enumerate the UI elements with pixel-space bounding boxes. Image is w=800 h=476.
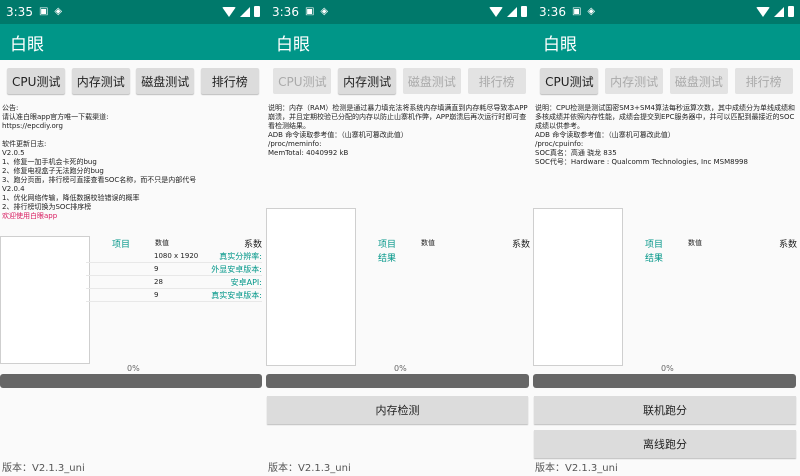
status-time: 3:36 xyxy=(272,5,299,19)
battery-icon xyxy=(254,6,260,17)
tab-row: CPU测试 内存测试 磁盘测试 排行榜 xyxy=(533,68,800,94)
column-score: 系数 xyxy=(779,240,798,250)
progress-percent: 0% xyxy=(127,364,140,373)
tab-disk-test[interactable]: 磁盘测试 xyxy=(669,68,728,94)
cpu-test-description: 说明：CPU检测是测试国密SM3+SM4算法每秒运算次数，其中成绩分为单线成绩和… xyxy=(535,104,795,166)
progress-bar xyxy=(0,374,262,388)
wifi-icon xyxy=(222,6,236,17)
status-bar: 3:36 ▣ ◈ xyxy=(533,0,800,24)
wifi-icon xyxy=(489,6,503,17)
tab-ranking[interactable]: 排行榜 xyxy=(467,68,526,94)
notification-icon: ◈ xyxy=(320,6,329,17)
tab-memory-test[interactable]: 内存测试 xyxy=(605,68,664,94)
status-bar: 3:35 ▣ ◈ xyxy=(0,0,266,24)
screen-cpu-test: 3:36 ▣ ◈ 白眼 CPU测试 内存测试 磁盘测试 排行榜 说明：CPU检测… xyxy=(533,0,800,476)
tab-ranking[interactable]: 排行榜 xyxy=(200,68,259,94)
notification-icon: ◈ xyxy=(54,6,63,17)
tab-disk-test[interactable]: 磁盘测试 xyxy=(402,68,461,94)
notification-icon: ▣ xyxy=(571,6,582,17)
version-label: 版本：V2.1.3_uni xyxy=(2,463,85,474)
version-label: 版本：V2.1.3_uni xyxy=(268,463,351,474)
signal-icon xyxy=(240,6,250,17)
progress-percent: 0% xyxy=(394,364,407,373)
screen-memory-test: 3:36 ▣ ◈ 白眼 CPU测试 内存测试 磁盘测试 排行榜 说明：内存（RA… xyxy=(266,0,533,476)
notification-icon: ◈ xyxy=(587,6,596,17)
tab-ranking[interactable]: 排行榜 xyxy=(734,68,793,94)
status-time: 3:36 xyxy=(539,5,566,19)
column-item: 项目 xyxy=(645,240,664,250)
tab-cpu-test[interactable]: CPU测试 xyxy=(7,68,66,94)
memory-test-description: 说明：内存（RAM）检测是通过暴力填充法将系统内存填满直到内存耗尽导致本APP崩… xyxy=(268,104,528,157)
screen-cpu-home: 3:35 ▣ ◈ 白眼 CPU测试 内存测试 磁盘测试 排行榜 公告: 请认准白… xyxy=(0,0,266,476)
table-row: 真实安卓版本: 9 xyxy=(86,289,262,302)
memory-test-button[interactable]: 内存检测 xyxy=(267,396,528,424)
column-item: 项目 xyxy=(112,240,131,250)
announcement-text: 公告: 请认准白眼app官方唯一下载渠道: https://epcdiy.org… xyxy=(2,104,197,220)
status-time: 3:35 xyxy=(6,5,33,19)
status-bar: 3:36 ▣ ◈ xyxy=(266,0,533,24)
offline-benchmark-button[interactable]: 离线跑分 xyxy=(534,430,796,458)
tab-memory-test[interactable]: 内存测试 xyxy=(71,68,130,94)
table-row: 安卓API: 28 xyxy=(86,276,262,289)
result-label: 结果 xyxy=(378,254,397,264)
battery-icon xyxy=(788,6,794,17)
table-row: 外显安卓版本: 9 xyxy=(86,263,262,276)
signal-icon xyxy=(774,6,784,17)
progress-percent: 0% xyxy=(661,364,674,373)
online-benchmark-button[interactable]: 联机跑分 xyxy=(534,396,796,424)
progress-bar xyxy=(533,374,796,388)
app-title: 白眼 xyxy=(266,24,533,60)
result-label: 结果 xyxy=(645,254,664,264)
table-row: 真实分辨率: 1080 x 1920 xyxy=(86,250,262,263)
app-title: 白眼 xyxy=(0,24,266,60)
column-item: 项目 xyxy=(378,240,397,250)
tab-memory-test[interactable]: 内存测试 xyxy=(338,68,397,94)
battery-icon xyxy=(521,6,527,17)
column-score: 系数 xyxy=(512,240,531,250)
column-value: 数值 xyxy=(688,239,702,247)
wifi-icon xyxy=(756,6,770,17)
tab-row: CPU测试 内存测试 磁盘测试 排行榜 xyxy=(0,68,266,94)
tab-row: CPU测试 内存测试 磁盘测试 排行榜 xyxy=(266,68,533,94)
result-chart-box xyxy=(533,208,623,366)
column-value: 数值 xyxy=(421,239,435,247)
tab-disk-test[interactable]: 磁盘测试 xyxy=(136,68,195,94)
column-value: 数值 xyxy=(155,239,169,247)
result-chart-box xyxy=(0,236,90,364)
tab-cpu-test[interactable]: CPU测试 xyxy=(540,68,599,94)
tab-cpu-test[interactable]: CPU测试 xyxy=(273,68,332,94)
progress-bar xyxy=(266,374,529,388)
notification-icon: ▣ xyxy=(304,6,315,17)
app-title: 白眼 xyxy=(533,24,800,60)
welcome-text: 欢迎使用白眼app xyxy=(2,212,58,220)
version-label: 版本：V2.1.3_uni xyxy=(535,463,618,474)
result-chart-box xyxy=(266,208,356,366)
column-score: 系数 xyxy=(244,240,263,250)
signal-icon xyxy=(507,6,517,17)
notification-icon: ▣ xyxy=(38,6,49,17)
